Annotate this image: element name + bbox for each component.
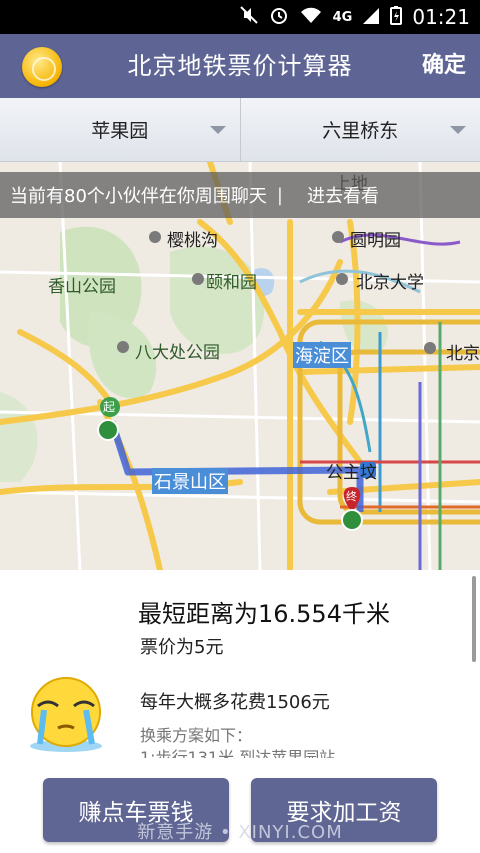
- map-label-haidian: 海淀区: [293, 342, 351, 368]
- station-selectors: 苹果园 六里桥东: [0, 98, 480, 162]
- price-text: 票价为5元: [140, 637, 224, 658]
- join-chat-link[interactable]: 进去看看: [307, 182, 379, 208]
- status-bar: 4G 01:21: [0, 0, 480, 34]
- route-map[interactable]: 上地 樱桃沟 圆明园 香山公园 颐和园 北京大学 八大处公园 海淀区 北京 石景…: [0, 162, 480, 570]
- start-marker-label: 起: [103, 400, 116, 414]
- network-type: 4G: [332, 9, 353, 25]
- yearly-cost-text: 每年大概多花费1506元: [140, 692, 330, 713]
- map-label-yuanmingyuan: 圆明园: [350, 231, 401, 251]
- distance-text: 最短距离为16.554千米: [138, 600, 390, 628]
- transfer-step: 1:步行131米 到达苹果园站: [140, 748, 336, 758]
- end-marker-label: 终: [346, 490, 357, 503]
- transfer-plan-title: 换乘方案如下：: [140, 726, 253, 745]
- wifi-icon: [299, 5, 323, 30]
- scrollbar[interactable]: [472, 576, 476, 662]
- confirm-button[interactable]: 确定: [422, 34, 466, 98]
- origin-station-label: 苹果园: [91, 120, 149, 142]
- chat-banner[interactable]: 当前有80个小伙伴在你周围聊天 | 进去看看: [0, 172, 480, 218]
- mute-icon: [239, 5, 259, 30]
- alarm-icon: [269, 5, 289, 30]
- watermark: 新意手游 • XINYI.COM: [137, 822, 343, 843]
- chat-banner-text: 当前有80个小伙伴在你周围聊天: [10, 186, 267, 207]
- destination-station-select[interactable]: 六里桥东: [239, 98, 480, 161]
- map-label-beida: 北京大学: [356, 273, 424, 293]
- map-label-xiangshan: 香山公园: [48, 277, 116, 297]
- banner-separator: |: [276, 184, 283, 206]
- map-label-gongzhufen: 公主坟: [326, 463, 377, 483]
- destination-station-label: 六里桥东: [322, 120, 399, 142]
- clock: 01:21: [412, 5, 470, 29]
- app-header: 北京地铁票价计算器 确定: [0, 34, 480, 98]
- dropdown-arrow-icon: [450, 126, 466, 134]
- map-canvas: [0, 162, 480, 570]
- result-panel: 最短距离为16.554千米 票价为5元 每年大概多花费1506元 换乘方案如下：…: [0, 570, 480, 853]
- map-label-beijing-edge: 北京: [446, 344, 480, 364]
- page-title: 北京地铁票价计算器: [127, 52, 353, 80]
- dropdown-arrow-icon: [209, 126, 226, 134]
- crying-face-icon: [30, 677, 102, 752]
- battery-icon: [390, 5, 403, 30]
- map-label-badachu: 八大处公园: [135, 343, 220, 363]
- map-label-yingtaogou: 樱桃沟: [167, 231, 218, 251]
- map-label-yiheyuan: 颐和园: [206, 273, 257, 293]
- origin-station-select[interactable]: 苹果园: [0, 98, 240, 161]
- signal-icon: [362, 5, 380, 30]
- status-icons: 4G 01:21: [239, 0, 470, 34]
- map-label-shijingshan: 石景山区: [152, 468, 228, 494]
